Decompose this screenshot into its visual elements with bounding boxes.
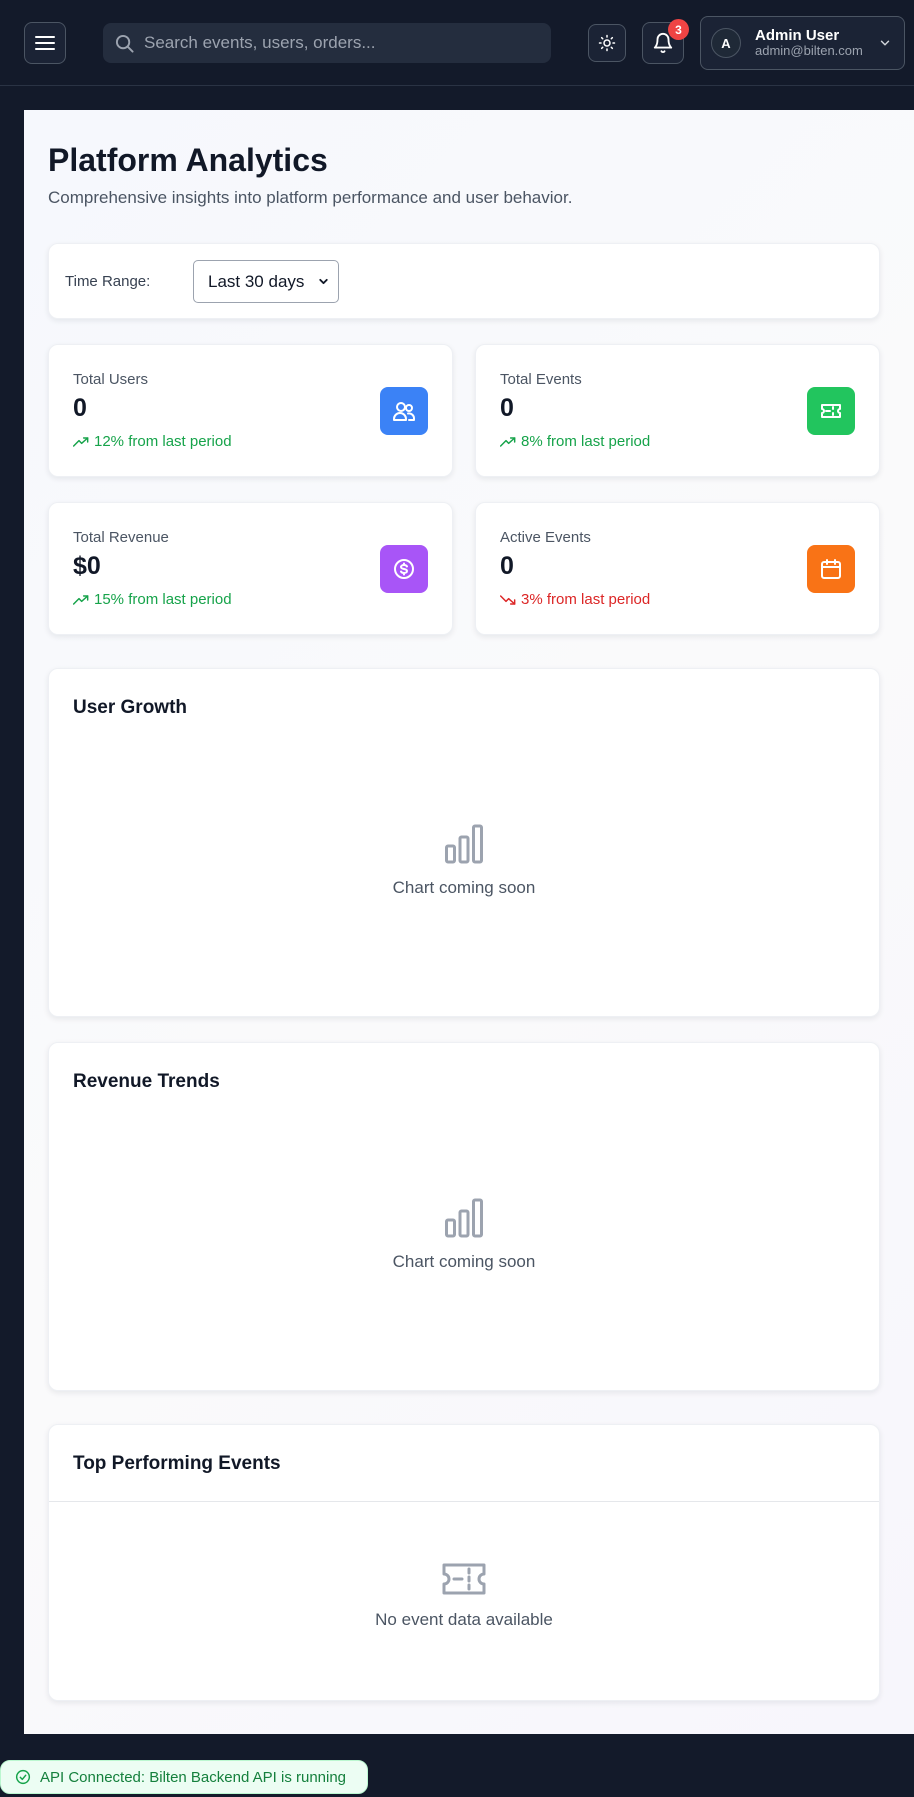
time-range-selected-value: Last 30 days — [208, 271, 305, 291]
time-range-select[interactable]: Last 30 days — [193, 260, 339, 303]
stat-change-text: 3% from last period — [521, 591, 651, 608]
avatar: A — [711, 28, 741, 58]
revenue-trends-title: Revenue Trends — [73, 1071, 220, 1092]
stat-card-total-events: Total Events 0 8% from last period — [475, 344, 880, 477]
search-bar — [103, 23, 551, 63]
calendar-icon — [821, 559, 841, 579]
stat-value: 0 — [73, 394, 87, 422]
stat-icon-box — [807, 387, 855, 435]
stat-label: Total Users — [73, 371, 149, 388]
stat-change-text: 12% from last period — [94, 433, 232, 450]
bar-chart-icon — [445, 1198, 483, 1238]
stat-value: 0 — [500, 552, 514, 580]
ticket-icon — [442, 1563, 486, 1595]
empty-state: No event data available — [49, 1562, 879, 1630]
theme-toggle-button[interactable] — [588, 24, 626, 62]
stat-icon-box — [380, 387, 428, 435]
chart-placeholder: Chart coming soon — [49, 1198, 879, 1272]
revenue-trends-card: Revenue Trends Chart coming soon — [48, 1042, 880, 1391]
stat-card-total-revenue: Total Revenue $0 15% from last period — [48, 502, 453, 635]
stat-change-text: 8% from last period — [521, 433, 651, 450]
page-title: Platform Analytics — [48, 142, 328, 178]
time-range-label: Time Range: — [65, 273, 151, 290]
user-email: admin@bilten.com — [755, 43, 863, 59]
api-status-toast: API Connected: Bilten Backend API is run… — [0, 1760, 368, 1794]
stat-label: Total Events — [500, 371, 582, 388]
ticket-icon — [821, 404, 841, 418]
stat-label: Total Revenue — [73, 529, 169, 546]
trending-up-icon — [500, 436, 516, 447]
trending-up-icon — [73, 436, 89, 447]
menu-button[interactable] — [24, 22, 66, 64]
trending-up-icon — [73, 594, 89, 605]
bar-chart-icon — [445, 824, 483, 864]
top-bar: 3 A Admin User admin@bilten.com — [0, 0, 914, 86]
notification-count-badge: 3 — [668, 19, 689, 40]
stat-card-active-events: Active Events 0 3% from last period — [475, 502, 880, 635]
stat-change-text: 15% from last period — [94, 591, 232, 608]
check-circle-icon — [15, 1769, 31, 1785]
filter-card: Time Range: Last 30 days — [48, 243, 880, 319]
divider — [49, 1501, 879, 1502]
user-growth-title: User Growth — [73, 697, 188, 718]
api-status-text: API Connected: Bilten Backend API is run… — [40, 1768, 347, 1786]
chart-placeholder: Chart coming soon — [49, 824, 879, 898]
user-name: Admin User — [755, 26, 840, 44]
empty-state-text: No event data available — [375, 1610, 553, 1629]
stat-icon-box — [807, 545, 855, 593]
stat-change: 12% from last period — [73, 433, 232, 450]
hamburger-icon — [35, 36, 55, 50]
chevron-down-icon — [880, 40, 890, 46]
stat-card-total-users: Total Users 0 12% from last period — [48, 344, 453, 477]
search-input[interactable] — [144, 33, 544, 53]
stat-value: 0 — [500, 394, 514, 422]
dollar-icon — [394, 559, 414, 579]
users-icon — [393, 402, 415, 421]
stat-value: $0 — [73, 552, 101, 580]
chart-placeholder-text: Chart coming soon — [392, 1252, 536, 1271]
top-events-card: Top Performing Events No event data avai… — [48, 1424, 880, 1701]
search-icon — [115, 34, 134, 53]
chevron-down-icon — [319, 278, 328, 285]
notifications-button[interactable]: 3 — [642, 19, 689, 64]
sun-icon — [598, 34, 616, 52]
trending-down-icon — [500, 594, 516, 605]
stat-icon-box — [380, 545, 428, 593]
stat-change: 15% from last period — [73, 591, 232, 608]
user-menu-button[interactable]: A Admin User admin@bilten.com — [700, 16, 905, 70]
page-subtitle: Comprehensive insights into platform per… — [48, 188, 573, 207]
analytics-page: Platform Analytics Comprehensive insight… — [24, 110, 914, 1734]
top-events-title: Top Performing Events — [73, 1453, 281, 1474]
chart-placeholder-text: Chart coming soon — [392, 878, 536, 897]
stat-change: 3% from last period — [500, 591, 650, 608]
user-growth-card: User Growth Chart coming soon — [48, 668, 880, 1017]
stat-label: Active Events — [500, 529, 591, 546]
stat-change: 8% from last period — [500, 433, 650, 450]
